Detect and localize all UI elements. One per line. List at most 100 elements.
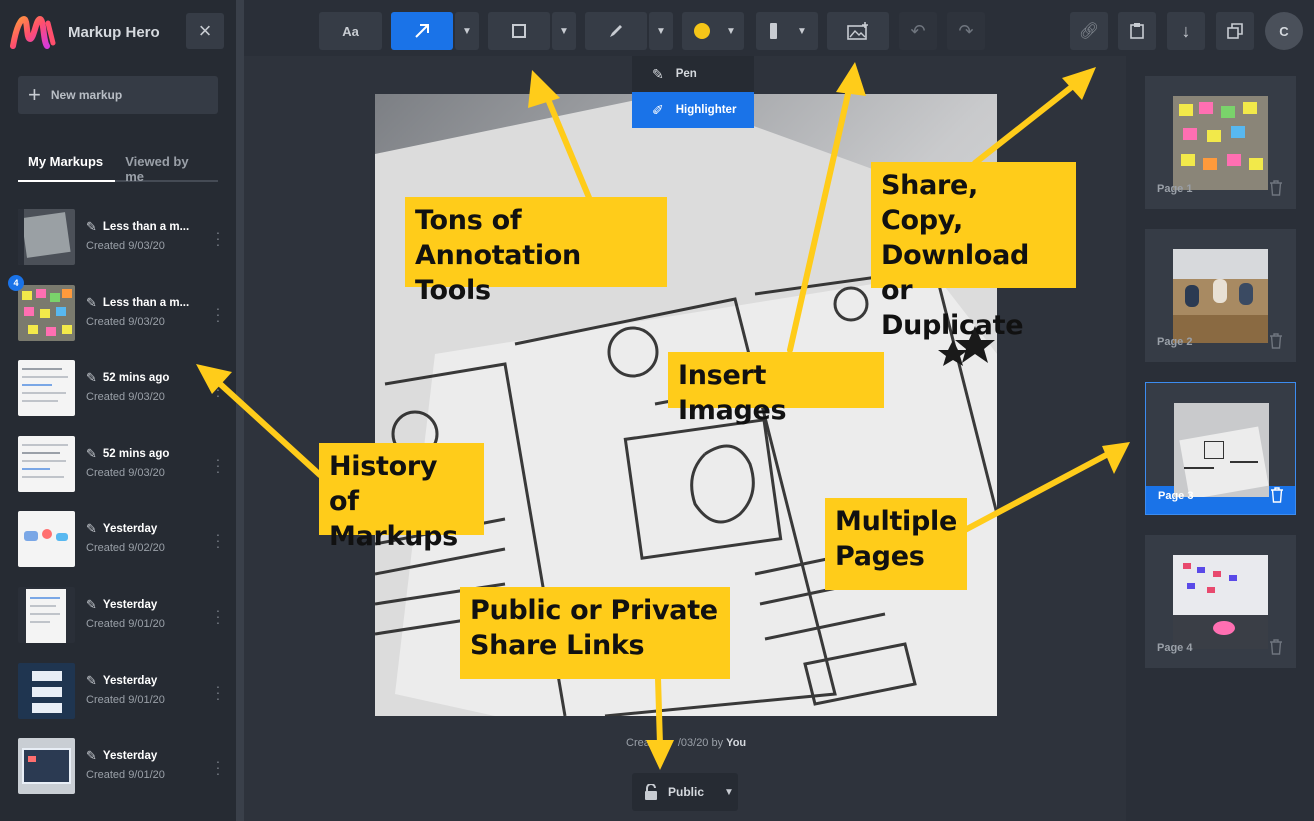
list-item[interactable]: ✎ 52 mins ago Created 9/03/20 · · · (0, 356, 236, 432)
list-item[interactable]: ✎ 52 mins ago Created 9/03/20 · · · (0, 432, 236, 508)
callout-line: Duplicate (881, 310, 1024, 341)
notification-badge: 4 (8, 274, 24, 291)
callout-line: Download or (881, 240, 1030, 306)
item-title: ✎ 52 mins ago (86, 370, 169, 386)
created-suffix: /03/20 by (677, 737, 727, 749)
more-options-icon[interactable]: · · · (213, 679, 223, 705)
pencil-icon: ✎ (86, 748, 97, 764)
tab-my-markups[interactable]: My Markups (18, 148, 116, 182)
page-card[interactable]: Page 2 (1145, 229, 1296, 362)
shape-tool-button[interactable] (488, 12, 550, 50)
callout-history: History of Markups (319, 443, 484, 552)
item-created: Created 9/03/20 (86, 466, 165, 479)
close-icon: × (198, 18, 212, 43)
highlighter-menu-item[interactable]: ✐ Highlighter (632, 92, 754, 128)
insert-image-button[interactable] (827, 12, 889, 50)
list-item[interactable]: ✎ Yesterday Created 9/02/20 · · · (0, 507, 236, 583)
item-created: Created 9/02/20 (86, 542, 165, 555)
page-card-active[interactable]: Page 3 (1145, 382, 1296, 515)
pen-tool-menu: ✎ Pen ✐ Highlighter (632, 56, 754, 128)
page-thumbnail (1173, 96, 1268, 190)
pen-tool-button[interactable] (585, 12, 647, 50)
more-options-icon[interactable]: · · · (213, 376, 223, 402)
created-by-text: Crea/03/20 by You (626, 737, 746, 749)
user-avatar[interactable]: C (1265, 12, 1303, 50)
item-title-text: Less than a m... (102, 296, 190, 309)
callout-multiple-pages: Multiple Pages (825, 498, 967, 590)
arrow-options-dropdown[interactable]: ▼ (455, 12, 479, 50)
tab-viewed-by-me[interactable]: Viewed by me (115, 148, 218, 184)
stroke-width-button[interactable]: ▼ (756, 12, 818, 50)
more-options-icon[interactable]: · · · (213, 301, 223, 327)
download-button[interactable]: ↓ (1167, 12, 1205, 50)
trash-icon[interactable] (1270, 487, 1284, 503)
redo-icon: ↷ (958, 20, 974, 41)
markup-thumbnail (18, 435, 75, 492)
more-options-icon[interactable]: · · · (213, 754, 223, 780)
trash-icon[interactable] (1269, 333, 1283, 349)
list-item[interactable]: 4 ✎ Less than a m... Created 9/03/20 · · · (0, 274, 236, 357)
shape-options-dropdown[interactable]: ▼ (552, 12, 576, 50)
page-thumbnail (1173, 555, 1268, 649)
page-card[interactable]: Page 4 (1145, 535, 1296, 668)
list-item[interactable]: ✎ Yesterday Created 9/01/20 · · · (0, 583, 236, 659)
more-options-icon[interactable]: · · · (213, 603, 223, 629)
duplicate-button[interactable] (1216, 12, 1254, 50)
visibility-label: Public (668, 785, 705, 799)
page-label: Page 4 (1157, 642, 1193, 654)
color-picker-button[interactable]: ▼ (682, 12, 744, 50)
created-by: You (726, 737, 747, 749)
redo-button[interactable]: ↷ (947, 12, 985, 50)
visibility-button[interactable]: Public ▼ (632, 773, 738, 811)
trash-icon[interactable] (1269, 180, 1283, 196)
more-options-icon[interactable]: · · · (213, 527, 223, 553)
item-title-text: Less than a m... (102, 221, 190, 233)
item-title-text: Yesterday (102, 598, 158, 611)
more-options-icon[interactable]: · · · (213, 225, 223, 251)
list-item[interactable]: ✎ Yesterday Created 9/01/20 · · · (0, 659, 236, 735)
pen-menu-item[interactable]: ✎ Pen (632, 56, 754, 92)
pen-options-dropdown[interactable]: ▼ (649, 12, 673, 50)
pencil-icon: ✎ (86, 445, 97, 461)
new-markup-button[interactable]: + New markup (18, 76, 218, 114)
insert-image-icon (847, 22, 868, 40)
item-title: ✎ Yesterday (86, 673, 157, 689)
item-created: Created 9/01/20 (86, 769, 165, 782)
copy-button[interactable] (1118, 12, 1156, 50)
undo-button[interactable]: ↶ (899, 12, 937, 50)
sidebar-scrollbar[interactable] (236, 0, 244, 821)
list-item[interactable]: ✎ Less than a m... Created 9/03/20 · · · (0, 205, 236, 281)
trash-icon[interactable] (1269, 639, 1283, 655)
item-title: ✎ Yesterday (86, 597, 157, 613)
page-label: Page 1 (1157, 183, 1193, 195)
callout-line: Multiple (835, 506, 958, 537)
callout-insert-images: Insert Images (668, 352, 884, 426)
share-link-button[interactable]: 🔗︎ (1070, 12, 1108, 50)
chevron-down-icon: ▼ (559, 25, 569, 37)
markup-hero-app: Markup Hero × + New markup My Markups Vi… (0, 0, 1314, 821)
callout-line: Share, Copy, (881, 170, 978, 236)
sidebar: Markup Hero × + New markup My Markups Vi… (0, 0, 236, 821)
new-markup-label: New markup (50, 88, 123, 102)
arrow-tool-button[interactable] (391, 12, 453, 50)
square-icon (512, 24, 526, 38)
page-label: Page 2 (1157, 336, 1193, 348)
callout-line: Tons of (415, 205, 522, 236)
close-sidebar-button[interactable]: × (186, 13, 224, 49)
brand-name: Markup Hero (68, 23, 160, 41)
item-title-text: Yesterday (102, 523, 158, 536)
page-card[interactable]: Page 1 (1145, 76, 1296, 209)
more-options-icon[interactable]: · · · (213, 452, 223, 478)
pencil-icon: ✎ (86, 294, 97, 310)
chevron-down-icon: ▼ (726, 25, 736, 37)
item-title: ✎ Less than a m... (86, 295, 189, 311)
markup-thumbnail (18, 586, 75, 643)
brand: Markup Hero (10, 14, 160, 50)
callout-line: Share Links (470, 630, 645, 661)
markup-thumbnail (18, 662, 75, 719)
item-title: ✎ 52 mins ago (86, 446, 169, 462)
text-tool-button[interactable]: Aa (319, 12, 382, 50)
pen-menu-label: Pen (675, 68, 697, 80)
list-item[interactable]: ✎ Yesterday Created 9/01/20 · · · (0, 734, 236, 810)
pen-icon (610, 25, 622, 37)
